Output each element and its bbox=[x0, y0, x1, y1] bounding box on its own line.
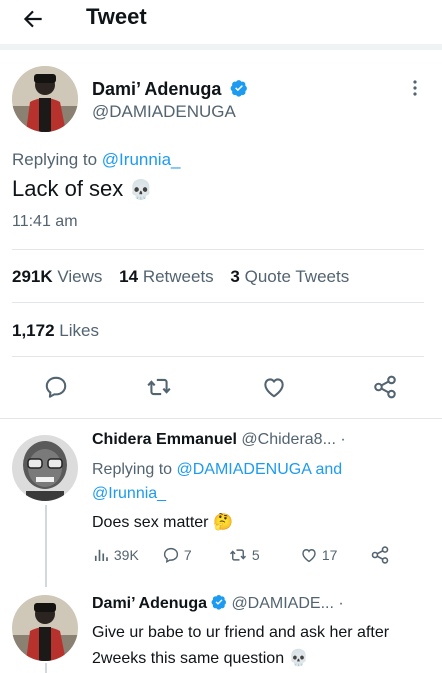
more-options-icon[interactable] bbox=[410, 78, 420, 98]
author-avatar[interactable] bbox=[12, 66, 78, 132]
reply2-text: Give ur babe to ur friend and ask her af… bbox=[92, 624, 390, 667]
separator-dot: · bbox=[340, 431, 346, 448]
mention-link[interactable]: @DAMIADENUGA bbox=[177, 461, 311, 478]
views-icon bbox=[94, 549, 108, 561]
verified-badge-icon bbox=[211, 595, 226, 610]
thread-line bbox=[45, 505, 47, 587]
reply-author-handle[interactable]: @Chidera8... bbox=[241, 431, 336, 448]
author-name[interactable]: Dami’ Adenuga bbox=[92, 79, 221, 99]
quote-tweets-stat[interactable]: 3 Quote Tweets bbox=[230, 267, 349, 286]
reply-avatar[interactable] bbox=[12, 435, 78, 501]
mention-link[interactable]: @Irunnia_ bbox=[92, 485, 166, 502]
verified-badge-icon bbox=[230, 80, 248, 97]
separator-dot: · bbox=[338, 595, 344, 612]
tweet-text: Lack of sex 💀 bbox=[12, 176, 154, 201]
divider bbox=[0, 44, 442, 50]
author-name-row[interactable]: Dami’ Adenuga bbox=[92, 79, 248, 100]
reply2-author-handle[interactable]: @DAMIADE... bbox=[231, 595, 333, 612]
thinking-face-emoji-icon: 🤔 bbox=[212, 514, 233, 531]
divider bbox=[0, 418, 442, 419]
replying-to: Replying to @Irunnia_ bbox=[12, 150, 181, 169]
retweets-stat[interactable]: 14 Retweets bbox=[119, 267, 214, 286]
reply-replies[interactable]: 7 bbox=[162, 546, 192, 566]
tweet-timestamp[interactable]: 11:41 am bbox=[12, 213, 78, 231]
page-title: Tweet bbox=[86, 4, 147, 29]
share-icon[interactable] bbox=[372, 374, 398, 400]
tweet-stats: 291K Views 14 Retweets 3 Quote Tweets bbox=[12, 267, 349, 287]
reply-likes[interactable]: 17 bbox=[300, 546, 337, 566]
skull-emoji-icon: 💀 bbox=[129, 180, 154, 201]
like-heart-icon[interactable] bbox=[261, 374, 287, 400]
reply-icon[interactable] bbox=[43, 374, 69, 400]
like-heart-icon bbox=[302, 549, 316, 563]
reply-author-name[interactable]: Chidera Emmanuel bbox=[92, 431, 237, 448]
reply-author-row[interactable]: Chidera Emmanuel @Chidera8... · bbox=[92, 431, 346, 449]
skull-emoji-icon: 💀 bbox=[288, 650, 309, 667]
reply2-author-row[interactable]: Dami’ Adenuga @DAMIADE... · bbox=[92, 594, 344, 613]
reply2-author-name[interactable]: Dami’ Adenuga bbox=[92, 595, 207, 612]
top-bar: Tweet bbox=[0, 0, 442, 44]
thread-line bbox=[45, 663, 47, 673]
reply2-avatar[interactable] bbox=[12, 595, 78, 661]
reply-retweets[interactable]: 5 bbox=[228, 546, 260, 566]
likes-stat[interactable]: 1,172 Likes bbox=[12, 321, 99, 341]
divider bbox=[12, 249, 424, 250]
reply-icon bbox=[163, 547, 179, 564]
reply-replying-to: Replying to @DAMIADENUGA and @Irunnia_ bbox=[92, 461, 343, 502]
reply-views[interactable]: 39K bbox=[92, 546, 139, 566]
author-handle[interactable]: @DAMIADENUGA bbox=[92, 102, 236, 122]
divider bbox=[12, 302, 424, 303]
replying-to-link[interactable]: @Irunnia_ bbox=[102, 150, 181, 169]
retweet-icon bbox=[229, 549, 247, 561]
retweet-icon[interactable] bbox=[146, 374, 172, 400]
back-arrow-icon[interactable] bbox=[20, 6, 46, 32]
reply-text: Does sex matter 🤔 bbox=[92, 514, 233, 531]
share-icon[interactable] bbox=[370, 545, 390, 565]
views-stat[interactable]: 291K Views bbox=[12, 267, 102, 286]
divider bbox=[12, 356, 424, 357]
